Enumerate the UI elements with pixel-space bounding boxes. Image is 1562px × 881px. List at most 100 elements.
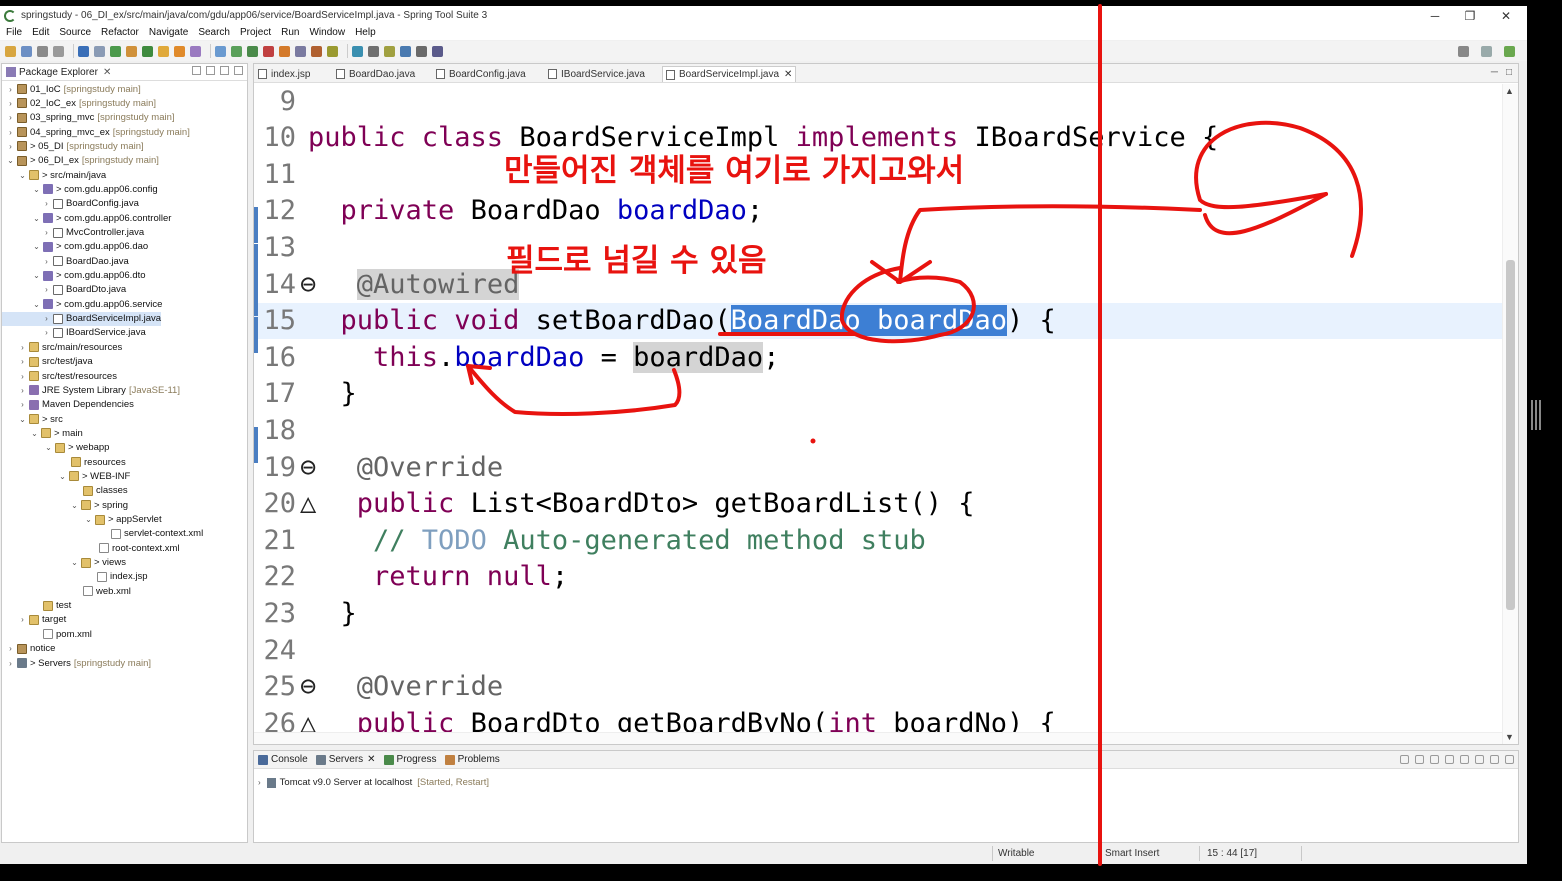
tree-item[interactable]: ⌄ > main: [2, 426, 83, 440]
minimize-view-icon[interactable]: [220, 66, 229, 75]
debug-icon[interactable]: [78, 45, 89, 57]
menu-refactor[interactable]: Refactor: [101, 27, 139, 38]
search-icon[interactable]: [231, 45, 242, 57]
fold-icon[interactable]: ⊖: [300, 671, 316, 702]
maximize-console-icon[interactable]: [1505, 755, 1514, 764]
expand-icon[interactable]: ›: [42, 228, 51, 237]
tab-progress[interactable]: Progress: [383, 754, 437, 765]
editor-tab[interactable]: BoardServiceImpl.java ✕: [662, 66, 797, 82]
collapse-icon[interactable]: ⌄: [18, 415, 27, 424]
new-icon[interactable]: [5, 45, 16, 57]
perspective-icon[interactable]: [352, 45, 363, 57]
collapse-icon[interactable]: ⌄: [70, 501, 79, 510]
expand-icon[interactable]: ›: [6, 128, 15, 137]
expand-icon[interactable]: ›: [42, 285, 51, 294]
minimize-editor-icon[interactable]: ─: [1491, 67, 1498, 78]
tree-item[interactable]: ⌄ > spring: [2, 498, 128, 512]
menu-file[interactable]: File: [6, 27, 22, 38]
code-line[interactable]: 13: [254, 229, 1502, 265]
menu-search[interactable]: Search: [198, 27, 230, 38]
external-tools-icon[interactable]: [142, 45, 153, 57]
stop-icon[interactable]: [174, 45, 185, 57]
expand-server-icon[interactable]: ›: [258, 778, 261, 787]
expand-icon[interactable]: ›: [42, 328, 51, 337]
terminate-icon[interactable]: [368, 45, 379, 57]
editor-tab[interactable]: index.jsp: [258, 66, 310, 82]
tree-item[interactable]: servlet-context.xml: [2, 527, 203, 541]
menu-run[interactable]: Run: [281, 27, 299, 38]
code-line[interactable]: 18: [254, 412, 1502, 448]
scroll-up-icon[interactable]: ▲: [1505, 86, 1514, 96]
tree-item[interactable]: › notice: [2, 642, 55, 656]
tree-item[interactable]: › 04_spring_mvc_ex [springstudy main]: [2, 125, 190, 139]
open-task-icon[interactable]: [215, 45, 226, 57]
stop-server-icon[interactable]: [1460, 755, 1469, 764]
back-icon[interactable]: [295, 45, 306, 57]
code-line[interactable]: 15 public void setBoardDao(BoardDao boar…: [254, 302, 1502, 339]
save-all-icon[interactable]: [37, 45, 48, 57]
tab-servers[interactable]: Servers ✕: [315, 754, 376, 765]
collapse-icon[interactable]: ⌄: [32, 242, 41, 251]
tree-item[interactable]: › src/test/resources: [2, 369, 117, 383]
tree-item[interactable]: index.jsp: [2, 570, 148, 584]
tree-item[interactable]: ⌄ > com.gdu.app06.service: [2, 297, 162, 311]
tab-problems[interactable]: Problems: [444, 754, 500, 765]
minimize-button[interactable]: ─: [1417, 6, 1453, 25]
view-menu-icon[interactable]: [1475, 755, 1484, 764]
fold-icon[interactable]: ⊖: [300, 269, 316, 300]
pin-icon[interactable]: [327, 45, 338, 57]
code-line[interactable]: 22 return null;: [254, 559, 1502, 595]
expand-icon[interactable]: ›: [6, 85, 15, 94]
expand-icon[interactable]: ›: [6, 99, 15, 108]
tree-item[interactable]: ⌄ > webapp: [2, 441, 109, 455]
profile-icon[interactable]: [126, 45, 137, 57]
collapse-icon[interactable]: ⌄: [32, 214, 41, 223]
tree-item[interactable]: ⌄ > com.gdu.app06.dto: [2, 269, 145, 283]
tree-item[interactable]: › BoardDto.java: [2, 283, 126, 297]
view-icon[interactable]: [432, 45, 443, 57]
quick-access-search-icon[interactable]: [1458, 45, 1469, 57]
vertical-scrollbar[interactable]: ▲ ▼: [1502, 84, 1518, 744]
expand-icon[interactable]: ›: [18, 386, 27, 395]
expand-icon[interactable]: ›: [18, 357, 27, 366]
tree-item[interactable]: › src/test/java: [2, 355, 93, 369]
tree-item[interactable]: test: [2, 599, 71, 613]
minimize-console-icon[interactable]: [1490, 755, 1499, 764]
collapse-icon[interactable]: ⌄: [70, 558, 79, 567]
expand-icon[interactable]: ›: [42, 199, 51, 208]
close-view-icon[interactable]: ✕: [103, 67, 111, 78]
link-editor-icon[interactable]: [206, 66, 215, 75]
expand-icon[interactable]: ›: [42, 314, 51, 323]
expand-icon[interactable]: ›: [18, 343, 27, 352]
collapse-icon[interactable]: ⌄: [30, 429, 39, 438]
tree-item[interactable]: › Maven Dependencies: [2, 398, 134, 412]
code-line[interactable]: 16 this.boardDao = boardDao;: [254, 339, 1502, 375]
collapse-icon[interactable]: ⌄: [58, 472, 67, 481]
tree-item[interactable]: › 01_IoC [springstudy main]: [2, 82, 141, 96]
collapse-icon[interactable]: ⌄: [84, 515, 93, 524]
print-icon[interactable]: [53, 45, 64, 57]
tree-item[interactable]: › src/main/resources: [2, 340, 122, 354]
editor-tab[interactable]: BoardDao.java: [336, 66, 415, 82]
start-server-icon[interactable]: [1400, 755, 1409, 764]
tree-item[interactable]: › BoardServiceImpl.java: [2, 311, 162, 326]
tree-item[interactable]: classes: [2, 484, 128, 498]
fold-icon[interactable]: ⊖: [300, 452, 316, 483]
open-type-icon[interactable]: [190, 45, 201, 57]
code-line[interactable]: 21 // TODO Auto-generated method stub: [254, 522, 1502, 558]
run-icon[interactable]: [110, 45, 121, 57]
maximize-view-icon[interactable]: [234, 66, 243, 75]
task-icon[interactable]: [384, 45, 395, 57]
side-handle[interactable]: [1531, 400, 1543, 430]
build-icon[interactable]: [158, 45, 169, 57]
tab-console[interactable]: Console: [258, 754, 308, 765]
tree-item[interactable]: web.xml: [2, 584, 131, 598]
expand-icon[interactable]: ›: [6, 659, 15, 668]
close-tab-icon[interactable]: ✕: [784, 69, 792, 80]
collapse-icon[interactable]: ⌄: [32, 271, 41, 280]
tree-item[interactable]: root-context.xml: [2, 541, 180, 555]
expand-icon[interactable]: ›: [18, 615, 27, 624]
tree-item[interactable]: resources: [2, 455, 126, 469]
tree-item[interactable]: › BoardDao.java: [2, 254, 129, 268]
tree-item[interactable]: ⌄ > src: [2, 412, 63, 426]
